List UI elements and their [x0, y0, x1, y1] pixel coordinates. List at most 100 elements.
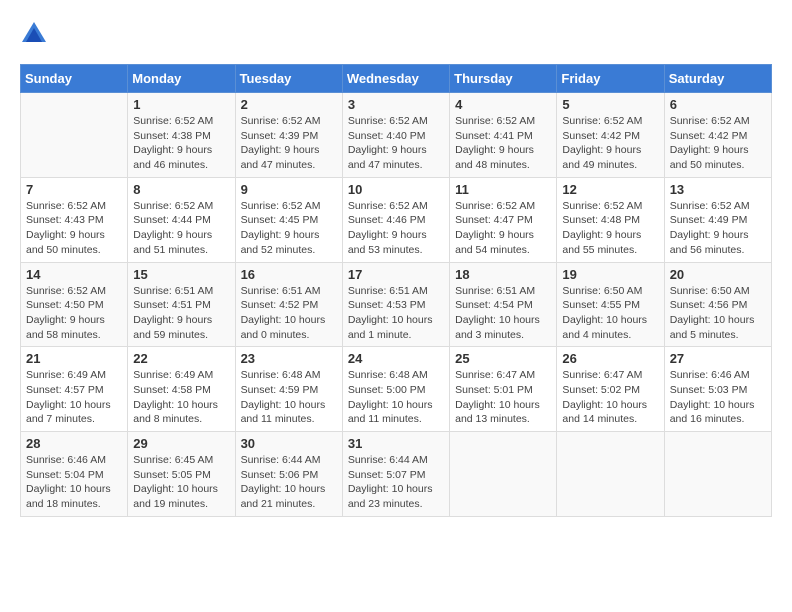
day-info: Sunrise: 6:44 AM Sunset: 5:06 PM Dayligh… — [241, 453, 337, 512]
calendar-cell: 10 Sunrise: 6:52 AM Sunset: 4:46 PM Dayli… — [342, 177, 449, 262]
day-info: Sunrise: 6:49 AM Sunset: 4:58 PM Dayligh… — [133, 368, 229, 427]
calendar-cell: 23 Sunrise: 6:48 AM Sunset: 4:59 PM Dayli… — [235, 347, 342, 432]
day-number: 19 — [562, 267, 658, 282]
day-info: Sunrise: 6:52 AM Sunset: 4:42 PM Dayligh… — [562, 114, 658, 173]
day-number: 1 — [133, 97, 229, 112]
day-info: Sunrise: 6:45 AM Sunset: 5:05 PM Dayligh… — [133, 453, 229, 512]
calendar-cell: 14 Sunrise: 6:52 AM Sunset: 4:50 PM Dayli… — [21, 262, 128, 347]
day-info: Sunrise: 6:52 AM Sunset: 4:39 PM Dayligh… — [241, 114, 337, 173]
day-number: 18 — [455, 267, 551, 282]
day-number: 7 — [26, 182, 122, 197]
day-number: 20 — [670, 267, 766, 282]
day-number: 14 — [26, 267, 122, 282]
calendar-cell: 12Sunrise: 6:52 AM Sunset: 4:48 PM Dayli… — [557, 177, 664, 262]
calendar-cell: 21Sunrise: 6:49 AM Sunset: 4:57 PM Dayli… — [21, 347, 128, 432]
day-number: 12 — [562, 182, 658, 197]
day-info: Sunrise: 6:49 AM Sunset: 4:57 PM Dayligh… — [26, 368, 122, 427]
day-info: Sunrise: 6:52 AM Sunset: 4:49 PM Dayligh… — [670, 199, 766, 258]
day-number: 27 — [670, 351, 766, 366]
day-number: 9 — [241, 182, 337, 197]
calendar-cell: 30 Sunrise: 6:44 AM Sunset: 5:06 PM Dayli… — [235, 432, 342, 517]
calendar-header-row: SundayMondayTuesdayWednesdayThursdayFrid… — [21, 65, 772, 93]
weekday-header: Saturday — [664, 65, 771, 93]
day-info: Sunrise: 6:46 AM Sunset: 5:03 PM Dayligh… — [670, 368, 766, 427]
day-info: Sunrise: 6:52 AM Sunset: 4:43 PM Dayligh… — [26, 199, 122, 258]
calendar-week-row: 1 Sunrise: 6:52 AM Sunset: 4:38 PM Daylig… — [21, 93, 772, 178]
day-number: 29 — [133, 436, 229, 451]
day-info: Sunrise: 6:51 AM Sunset: 4:54 PM Dayligh… — [455, 284, 551, 343]
calendar-cell: 29 Sunrise: 6:45 AM Sunset: 5:05 PM Dayli… — [128, 432, 235, 517]
calendar-cell: 31 Sunrise: 6:44 AM Sunset: 5:07 PM Dayli… — [342, 432, 449, 517]
day-info: Sunrise: 6:52 AM Sunset: 4:45 PM Dayligh… — [241, 199, 337, 258]
calendar-cell: 11 Sunrise: 6:52 AM Sunset: 4:47 PM Dayli… — [450, 177, 557, 262]
day-info: Sunrise: 6:46 AM Sunset: 5:04 PM Dayligh… — [26, 453, 122, 512]
weekday-header: Wednesday — [342, 65, 449, 93]
day-info: Sunrise: 6:52 AM Sunset: 4:44 PM Dayligh… — [133, 199, 229, 258]
day-number: 31 — [348, 436, 444, 451]
calendar-week-row: 21Sunrise: 6:49 AM Sunset: 4:57 PM Dayli… — [21, 347, 772, 432]
calendar-cell: 25 Sunrise: 6:47 AM Sunset: 5:01 PM Dayli… — [450, 347, 557, 432]
day-number: 6 — [670, 97, 766, 112]
day-info: Sunrise: 6:52 AM Sunset: 4:50 PM Dayligh… — [26, 284, 122, 343]
day-info: Sunrise: 6:52 AM Sunset: 4:46 PM Dayligh… — [348, 199, 444, 258]
calendar-cell: 26Sunrise: 6:47 AM Sunset: 5:02 PM Dayli… — [557, 347, 664, 432]
day-number: 22 — [133, 351, 229, 366]
calendar-cell: 13 Sunrise: 6:52 AM Sunset: 4:49 PM Dayli… — [664, 177, 771, 262]
calendar-cell: 15 Sunrise: 6:51 AM Sunset: 4:51 PM Dayli… — [128, 262, 235, 347]
day-number: 8 — [133, 182, 229, 197]
day-info: Sunrise: 6:48 AM Sunset: 4:59 PM Dayligh… — [241, 368, 337, 427]
calendar-cell: 16 Sunrise: 6:51 AM Sunset: 4:52 PM Dayli… — [235, 262, 342, 347]
day-number: 10 — [348, 182, 444, 197]
calendar-cell: 20Sunrise: 6:50 AM Sunset: 4:56 PM Dayli… — [664, 262, 771, 347]
day-number: 5 — [562, 97, 658, 112]
day-info: Sunrise: 6:52 AM Sunset: 4:42 PM Dayligh… — [670, 114, 766, 173]
calendar-cell — [21, 93, 128, 178]
day-info: Sunrise: 6:52 AM Sunset: 4:41 PM Dayligh… — [455, 114, 551, 173]
calendar-cell: 28 Sunrise: 6:46 AM Sunset: 5:04 PM Dayli… — [21, 432, 128, 517]
calendar-cell: 8 Sunrise: 6:52 AM Sunset: 4:44 PM Daylig… — [128, 177, 235, 262]
day-number: 15 — [133, 267, 229, 282]
day-number: 25 — [455, 351, 551, 366]
calendar-cell: 17 Sunrise: 6:51 AM Sunset: 4:53 PM Dayli… — [342, 262, 449, 347]
calendar-week-row: 14 Sunrise: 6:52 AM Sunset: 4:50 PM Dayli… — [21, 262, 772, 347]
logo-icon — [20, 20, 48, 48]
calendar-cell: 4 Sunrise: 6:52 AM Sunset: 4:41 PM Daylig… — [450, 93, 557, 178]
calendar-week-row: 28 Sunrise: 6:46 AM Sunset: 5:04 PM Dayli… — [21, 432, 772, 517]
calendar-cell: 22 Sunrise: 6:49 AM Sunset: 4:58 PM Dayli… — [128, 347, 235, 432]
calendar-cell: 18 Sunrise: 6:51 AM Sunset: 4:54 PM Dayli… — [450, 262, 557, 347]
calendar-cell — [557, 432, 664, 517]
day-number: 2 — [241, 97, 337, 112]
calendar-cell: 9 Sunrise: 6:52 AM Sunset: 4:45 PM Daylig… — [235, 177, 342, 262]
day-info: Sunrise: 6:47 AM Sunset: 5:01 PM Dayligh… — [455, 368, 551, 427]
calendar-cell: 1 Sunrise: 6:52 AM Sunset: 4:38 PM Daylig… — [128, 93, 235, 178]
day-number: 28 — [26, 436, 122, 451]
calendar-cell — [450, 432, 557, 517]
day-number: 26 — [562, 351, 658, 366]
weekday-header: Tuesday — [235, 65, 342, 93]
calendar-cell: 19Sunrise: 6:50 AM Sunset: 4:55 PM Dayli… — [557, 262, 664, 347]
day-number: 4 — [455, 97, 551, 112]
day-info: Sunrise: 6:51 AM Sunset: 4:52 PM Dayligh… — [241, 284, 337, 343]
page-header — [20, 20, 772, 48]
day-number: 23 — [241, 351, 337, 366]
calendar-cell: 24Sunrise: 6:48 AM Sunset: 5:00 PM Dayli… — [342, 347, 449, 432]
calendar-table: SundayMondayTuesdayWednesdayThursdayFrid… — [20, 64, 772, 517]
day-number: 17 — [348, 267, 444, 282]
weekday-header: Sunday — [21, 65, 128, 93]
day-info: Sunrise: 6:51 AM Sunset: 4:51 PM Dayligh… — [133, 284, 229, 343]
weekday-header: Thursday — [450, 65, 557, 93]
day-info: Sunrise: 6:52 AM Sunset: 4:40 PM Dayligh… — [348, 114, 444, 173]
day-number: 13 — [670, 182, 766, 197]
calendar-week-row: 7 Sunrise: 6:52 AM Sunset: 4:43 PM Daylig… — [21, 177, 772, 262]
calendar-cell: 6 Sunrise: 6:52 AM Sunset: 4:42 PM Daylig… — [664, 93, 771, 178]
day-number: 11 — [455, 182, 551, 197]
day-number: 30 — [241, 436, 337, 451]
day-info: Sunrise: 6:52 AM Sunset: 4:47 PM Dayligh… — [455, 199, 551, 258]
calendar-cell: 2 Sunrise: 6:52 AM Sunset: 4:39 PM Daylig… — [235, 93, 342, 178]
day-info: Sunrise: 6:44 AM Sunset: 5:07 PM Dayligh… — [348, 453, 444, 512]
weekday-header: Friday — [557, 65, 664, 93]
day-info: Sunrise: 6:48 AM Sunset: 5:00 PM Dayligh… — [348, 368, 444, 427]
day-number: 16 — [241, 267, 337, 282]
day-info: Sunrise: 6:52 AM Sunset: 4:38 PM Dayligh… — [133, 114, 229, 173]
day-info: Sunrise: 6:51 AM Sunset: 4:53 PM Dayligh… — [348, 284, 444, 343]
